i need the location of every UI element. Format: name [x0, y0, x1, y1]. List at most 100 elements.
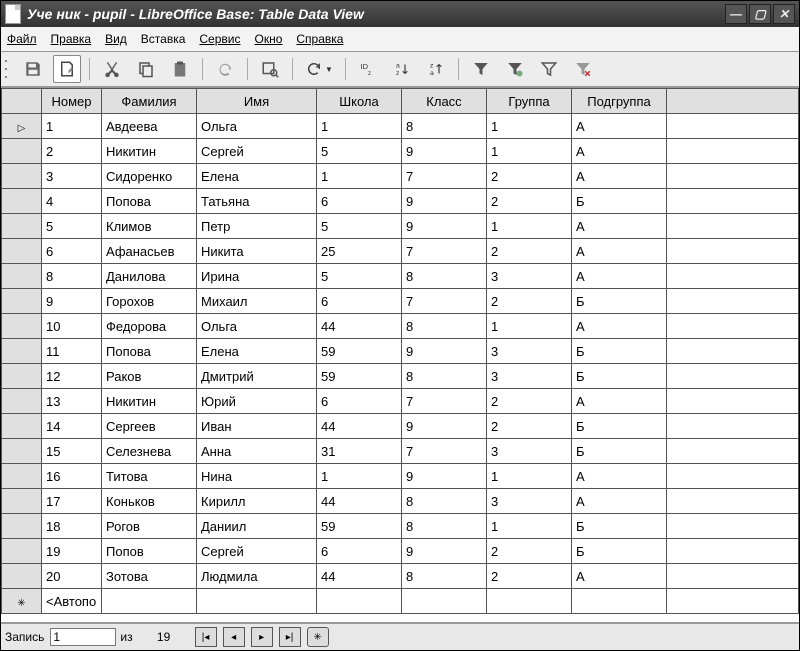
- col-header-group[interactable]: Группа: [487, 89, 572, 114]
- toolbar-grip[interactable]: [5, 57, 11, 81]
- cell-num[interactable]: 8: [42, 264, 102, 289]
- menu-insert[interactable]: Вставка: [141, 32, 186, 46]
- cell-num[interactable]: 2: [42, 139, 102, 164]
- cell-group[interactable]: 2: [487, 289, 572, 314]
- cell-num[interactable]: 17: [42, 489, 102, 514]
- cell-school[interactable]: 44: [317, 489, 402, 514]
- cell-fam[interactable]: Никитин: [102, 139, 197, 164]
- cell-blank[interactable]: [667, 464, 799, 489]
- cell-fam[interactable]: Попова: [102, 339, 197, 364]
- table-row[interactable]: 10ФедороваОльга4481А: [2, 314, 799, 339]
- row-selector[interactable]: [2, 489, 42, 514]
- table-row[interactable]: 6АфанасьевНикита2572А: [2, 239, 799, 264]
- sort-asc-icon[interactable]: az: [388, 55, 416, 83]
- cell-blank[interactable]: [667, 314, 799, 339]
- new-row-marker[interactable]: ✳: [2, 589, 42, 614]
- cell-school[interactable]: 5: [317, 264, 402, 289]
- menu-view[interactable]: Вид: [105, 32, 127, 46]
- table-row[interactable]: 4ПоповаТатьяна692Б: [2, 189, 799, 214]
- cell-blank[interactable]: [667, 289, 799, 314]
- cell-sub[interactable]: Б: [572, 289, 667, 314]
- cell-class[interactable]: 7: [402, 164, 487, 189]
- cell-fam[interactable]: Горохов: [102, 289, 197, 314]
- sort-desc-icon[interactable]: za: [422, 55, 450, 83]
- cell-class[interactable]: 9: [402, 464, 487, 489]
- minimize-button[interactable]: —: [725, 4, 747, 24]
- cell-fam[interactable]: Селезнева: [102, 439, 197, 464]
- cell-school[interactable]: 25: [317, 239, 402, 264]
- cell-name[interactable]: Нина: [197, 464, 317, 489]
- row-selector[interactable]: [2, 464, 42, 489]
- row-selector[interactable]: [2, 214, 42, 239]
- cell-num[interactable]: 19: [42, 539, 102, 564]
- cell-blank[interactable]: [667, 389, 799, 414]
- cell-group[interactable]: 2: [487, 239, 572, 264]
- cell-sub[interactable]: А: [572, 214, 667, 239]
- row-selector[interactable]: [2, 289, 42, 314]
- new-record-button[interactable]: ✳: [307, 627, 329, 647]
- cell-name[interactable]: Дмитрий: [197, 364, 317, 389]
- cell-group[interactable]: 3: [487, 439, 572, 464]
- col-header-school[interactable]: Школа: [317, 89, 402, 114]
- cell-group[interactable]: 2: [487, 389, 572, 414]
- cell-sub[interactable]: А: [572, 114, 667, 139]
- col-header-fam[interactable]: Фамилия: [102, 89, 197, 114]
- cell-name[interactable]: Сергей: [197, 139, 317, 164]
- cell-class[interactable]: 7: [402, 439, 487, 464]
- cell-autonum[interactable]: <Автопо: [42, 589, 102, 614]
- table-row[interactable]: 11ПоповаЕлена5993Б: [2, 339, 799, 364]
- cell-name[interactable]: Татьяна: [197, 189, 317, 214]
- cell-fam[interactable]: Федорова: [102, 314, 197, 339]
- cell-group[interactable]: 2: [487, 564, 572, 589]
- new-row[interactable]: ✳<Автопо: [2, 589, 799, 614]
- cell-group[interactable]: 1: [487, 214, 572, 239]
- cell-fam[interactable]: Климов: [102, 214, 197, 239]
- cell-school[interactable]: 5: [317, 139, 402, 164]
- cell-sub[interactable]: А: [572, 464, 667, 489]
- last-record-button[interactable]: ▸|: [279, 627, 301, 647]
- table-row[interactable]: 9ГороховМихаил672Б: [2, 289, 799, 314]
- row-selector[interactable]: [2, 164, 42, 189]
- cell-sub[interactable]: Б: [572, 439, 667, 464]
- cell-group[interactable]: 3: [487, 264, 572, 289]
- cell-sub[interactable]: А: [572, 564, 667, 589]
- cell-blank[interactable]: [667, 339, 799, 364]
- cell-num[interactable]: 5: [42, 214, 102, 239]
- cell-school[interactable]: 44: [317, 314, 402, 339]
- cell-blank[interactable]: [667, 564, 799, 589]
- cell-class[interactable]: 9: [402, 214, 487, 239]
- cell-school[interactable]: 6: [317, 539, 402, 564]
- cell-school[interactable]: 31: [317, 439, 402, 464]
- cell-blank[interactable]: [667, 439, 799, 464]
- cell-sub[interactable]: Б: [572, 539, 667, 564]
- next-record-button[interactable]: ▸: [251, 627, 273, 647]
- table-row[interactable]: 15СелезневаАнна3173Б: [2, 439, 799, 464]
- cell-name[interactable]: Иван: [197, 414, 317, 439]
- cell-school[interactable]: 5: [317, 214, 402, 239]
- cell-group[interactable]: 1: [487, 464, 572, 489]
- row-selector[interactable]: [2, 264, 42, 289]
- col-header-num[interactable]: Номер: [42, 89, 102, 114]
- cell-class[interactable]: 8: [402, 514, 487, 539]
- cell-name[interactable]: Михаил: [197, 289, 317, 314]
- menu-window[interactable]: Окно: [254, 32, 282, 46]
- cell-group[interactable]: 2: [487, 539, 572, 564]
- cell-num[interactable]: 13: [42, 389, 102, 414]
- cell-name[interactable]: Елена: [197, 164, 317, 189]
- cell-name[interactable]: Анна: [197, 439, 317, 464]
- cell-class[interactable]: 8: [402, 564, 487, 589]
- cell-sub[interactable]: А: [572, 164, 667, 189]
- cell-school[interactable]: 6: [317, 289, 402, 314]
- cell-group[interactable]: 3: [487, 489, 572, 514]
- cell-name[interactable]: Юрий: [197, 389, 317, 414]
- remove-filter-icon[interactable]: [569, 55, 597, 83]
- cell-blank[interactable]: [667, 414, 799, 439]
- cell-name[interactable]: Петр: [197, 214, 317, 239]
- cell-blank[interactable]: [667, 189, 799, 214]
- row-selector[interactable]: [2, 439, 42, 464]
- cell-blank[interactable]: [667, 539, 799, 564]
- autofilter-icon[interactable]: [467, 55, 495, 83]
- table-row[interactable]: 19ПоповСергей692Б: [2, 539, 799, 564]
- cell-fam[interactable]: Попов: [102, 539, 197, 564]
- cell-school[interactable]: 59: [317, 339, 402, 364]
